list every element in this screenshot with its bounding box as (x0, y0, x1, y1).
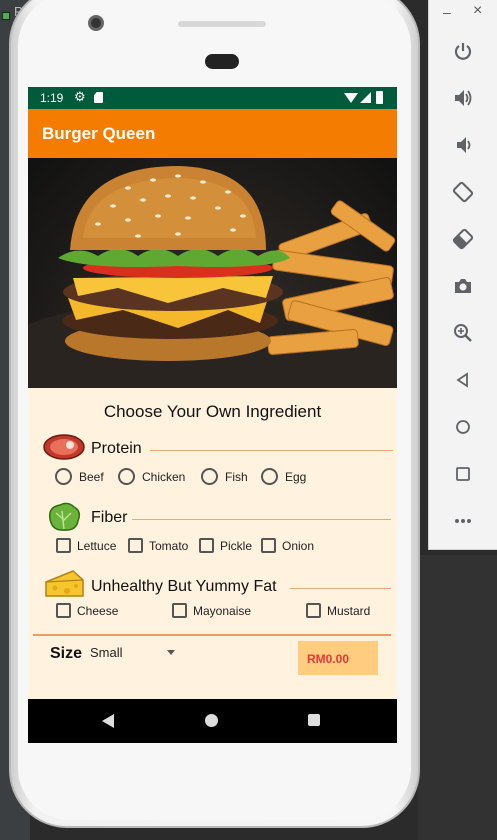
size-selected-value: Small (90, 645, 123, 660)
dropdown-caret-icon (167, 650, 175, 655)
project-icon (2, 12, 10, 20)
fat-divider (290, 588, 391, 589)
size-dropdown[interactable]: Small (90, 645, 182, 665)
rotate-left-icon[interactable] (450, 179, 476, 205)
overview-icon[interactable] (450, 461, 476, 487)
checkbox-tomato[interactable]: Tomato (128, 538, 188, 553)
ide-dark-panel (418, 555, 497, 840)
checkbox-lettuce-label: Lettuce (77, 538, 117, 553)
radio-button[interactable] (55, 468, 72, 485)
price-display: RM0.00 (298, 641, 378, 675)
wifi-icon (344, 93, 358, 103)
signal-icon (360, 92, 371, 103)
earpiece-speaker (205, 54, 239, 69)
desktop-background: P 1:19 ⚙ Burger Queen (0, 0, 497, 840)
checkbox[interactable] (306, 603, 321, 618)
meat-icon (42, 432, 86, 467)
radio-egg[interactable]: Egg (261, 468, 306, 485)
checkbox[interactable] (56, 538, 71, 553)
protein-label: Protein (91, 440, 142, 457)
close-button[interactable]: × (473, 2, 482, 20)
burger-image (28, 158, 397, 388)
checkbox[interactable] (172, 603, 187, 618)
battery-icon (376, 91, 383, 104)
checkbox-lettuce[interactable]: Lettuce (56, 538, 116, 553)
checkbox[interactable] (128, 538, 143, 553)
cheese-icon (43, 568, 85, 605)
checkbox[interactable] (261, 538, 276, 553)
front-camera (88, 15, 104, 31)
back-icon[interactable] (450, 367, 476, 393)
fat-label: Unhealthy But Yummy Fat (91, 578, 277, 595)
minimize-button[interactable]: – (443, 4, 451, 20)
checkbox-cheese[interactable]: Cheese (56, 603, 118, 618)
checkbox-mayonaise[interactable]: Mayonaise (172, 603, 251, 618)
ingredient-heading: Choose Your Own Ingredient (103, 402, 322, 421)
zoom-icon[interactable] (450, 320, 476, 346)
nav-back-icon[interactable] (102, 714, 114, 728)
checkbox-onion[interactable]: Onion (261, 538, 314, 553)
radio-egg-label: Egg (285, 469, 307, 484)
status-bar: 1:19 ⚙ (28, 87, 397, 109)
checkbox-cheese-label: Cheese (77, 603, 119, 618)
burger-illustration (28, 166, 397, 388)
sd-card-icon (94, 92, 103, 103)
radio-fish[interactable]: Fish (201, 468, 248, 485)
rotate-right-icon[interactable] (450, 226, 476, 252)
checkbox[interactable] (199, 538, 214, 553)
more-icon[interactable] (450, 508, 476, 534)
nav-recents-icon[interactable] (308, 714, 320, 726)
checkbox-mustard[interactable]: Mustard (306, 603, 370, 618)
camera-icon[interactable] (450, 273, 476, 299)
radio-chicken-label: Chicken (142, 469, 186, 484)
price-value: RM0.00 (307, 652, 350, 666)
lettuce-icon (46, 501, 82, 538)
protein-divider (150, 450, 393, 451)
app-screen: 1:19 ⚙ Burger Queen Choose Your Own Ingr… (28, 87, 397, 743)
checkbox[interactable] (56, 603, 71, 618)
radio-chicken[interactable]: Chicken (118, 468, 185, 485)
fiber-label: Fiber (91, 509, 128, 526)
volume-up-icon[interactable] (450, 85, 476, 111)
size-divider (33, 634, 391, 636)
emulator-toolbar: – × (428, 0, 497, 550)
radio-beef[interactable]: Beef (55, 468, 104, 485)
checkbox-pickle[interactable]: Pickle (199, 538, 252, 553)
volume-down-icon[interactable] (450, 132, 476, 158)
radio-button[interactable] (118, 468, 135, 485)
checkbox-tomato-label: Tomato (149, 538, 189, 553)
status-time: 1:19 (40, 91, 64, 105)
app-bar: Burger Queen (28, 109, 397, 158)
system-nav-bar (28, 699, 397, 743)
size-label: Size (50, 645, 83, 662)
checkbox-pickle-label: Pickle (220, 538, 253, 553)
checkbox-mayonaise-label: Mayonaise (193, 603, 252, 618)
checkbox-mustard-label: Mustard (327, 603, 371, 618)
radio-button[interactable] (201, 468, 218, 485)
fiber-divider (132, 519, 391, 520)
home-icon[interactable] (450, 414, 476, 440)
settings-icon: ⚙ (74, 89, 86, 104)
radio-fish-label: Fish (225, 469, 248, 484)
app-title: Burger Queen (42, 124, 156, 143)
nav-home-icon[interactable] (205, 714, 218, 727)
radio-beef-label: Beef (79, 469, 104, 484)
power-icon[interactable] (450, 38, 476, 64)
radio-button[interactable] (261, 468, 278, 485)
checkbox-onion-label: Onion (282, 538, 315, 553)
device-sensor (178, 21, 266, 27)
